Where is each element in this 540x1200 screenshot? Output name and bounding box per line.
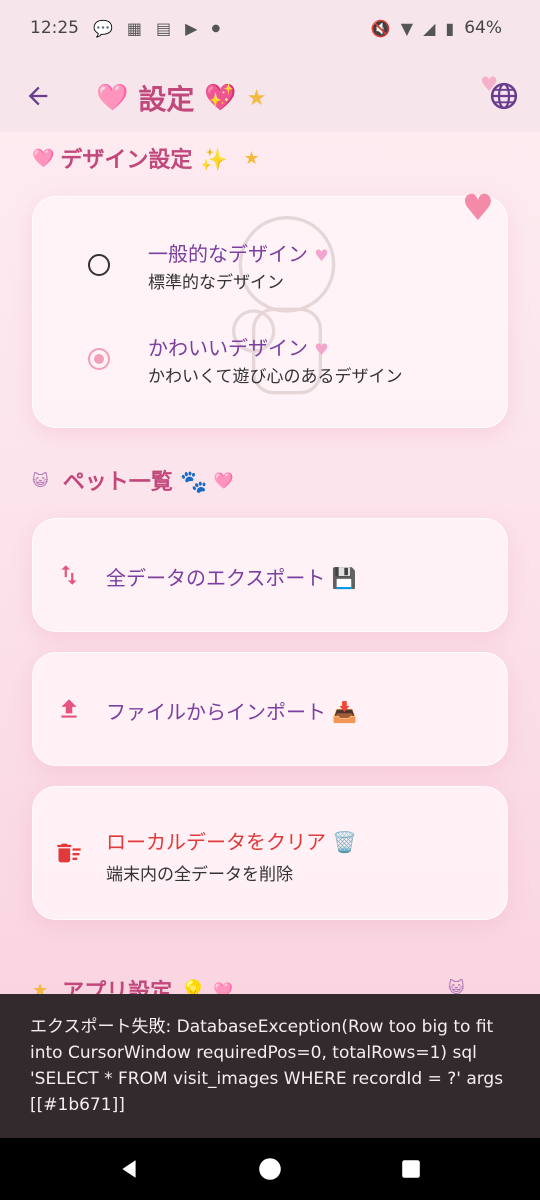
chat-icon: 💬 <box>93 18 113 38</box>
star-icon: ★ <box>246 85 267 111</box>
upload-icon <box>54 694 84 724</box>
heart-icon: ♥ <box>314 340 329 359</box>
pink-heart-icon: 🩷 <box>32 147 55 169</box>
heart-icon: ♥ <box>314 246 329 265</box>
status-bar: 12:25 💬 ▦ ▤ ▶ ● 🔇 ▼ ◢ ▮ 64% <box>0 0 540 60</box>
snackbar-message: エクスポート失敗: DatabaseException(Row too big … <box>30 1017 504 1115</box>
wifi-icon: ▼ <box>400 18 414 38</box>
import-from-file-button[interactable]: ファイルからインポート 📥 <box>32 652 508 766</box>
swap-vertical-icon <box>54 560 84 590</box>
action-label: 全データのエクスポート 💾 <box>106 566 357 590</box>
signal-icon: ◢ <box>423 18 436 38</box>
option-subtitle: かわいくて遊び心のあるデザイン <box>148 367 403 387</box>
status-right: 🔇 ▼ ◢ ▮ 64% <box>371 18 502 38</box>
clear-local-data-button[interactable]: ローカルデータをクリア 🗑️ 端末内の全データを削除 <box>32 786 508 920</box>
app-bar: 🩷 設定 💖 ★ <box>0 60 540 132</box>
export-all-data-button[interactable]: 全データのエクスポート 💾 <box>32 518 508 632</box>
circle-home-icon <box>259 1158 281 1180</box>
delete-sweep-icon <box>54 838 84 868</box>
radio-button-selected[interactable] <box>88 348 110 370</box>
system-nav-bar <box>0 1138 540 1200</box>
nav-back-button[interactable] <box>116 1156 142 1182</box>
design-option-cute[interactable]: かわいいデザイン ♥ かわいくて遊び心のあるデザイン <box>32 320 508 400</box>
battery-icon: ▮ <box>445 18 455 38</box>
page-title: 🩷 設定 💖 ★ <box>96 78 267 118</box>
sparkling-heart-icon: 💖 <box>204 83 237 113</box>
status-time: 12:25 <box>30 18 79 38</box>
action-label: ファイルからインポート 📥 <box>106 700 358 724</box>
cat-face-icon: 😺 <box>32 470 49 490</box>
star-icon: ★ <box>243 147 260 169</box>
design-section-title-text: デザイン設定 ✨ <box>60 148 228 173</box>
pink-heart-icon: 🩷 <box>213 470 234 490</box>
triangle-back-icon <box>122 1160 136 1178</box>
arrow-back-icon <box>28 86 48 106</box>
back-button[interactable] <box>22 80 54 112</box>
radio-button[interactable] <box>88 254 110 276</box>
calendar-icon: ▦ <box>126 18 143 38</box>
status-left: 12:25 💬 ▦ ▤ ▶ ● <box>30 18 220 38</box>
pet-section-title-text: ペット一覧 🐾 <box>62 470 208 495</box>
pink-heart-icon: 🩷 <box>96 83 129 113</box>
heart-icon: ♥ <box>461 188 494 229</box>
battery-level: 64% <box>464 18 502 38</box>
pet-section-title: 😺 ペット一覧 🐾 🩷 <box>32 464 234 496</box>
nav-recents-button[interactable] <box>398 1156 424 1182</box>
design-options-card: ♥ 一般的なデザイン ♥ 標準的なデザイン かわいいデザイン ♥ かわいくて遊び… <box>32 188 508 428</box>
dot-icon: ● <box>211 22 221 34</box>
action-label: ローカルデータをクリア 🗑️ <box>106 830 358 854</box>
design-section-title: 🩷 デザイン設定 ✨ ★ <box>32 142 260 174</box>
option-title: かわいいデザイン ♥ <box>148 336 329 360</box>
mute-icon: 🔇 <box>370 18 391 38</box>
page-title-text: 設定 <box>138 83 195 116</box>
action-subtitle: 端末内の全データを削除 <box>106 865 293 885</box>
option-title: 一般的なデザイン ♥ <box>148 242 329 266</box>
decorative-heart-icon: ♥ <box>480 72 498 96</box>
square-recents-icon <box>402 1160 420 1178</box>
gallery-icon: ▤ <box>156 18 172 38</box>
design-option-standard[interactable]: 一般的なデザイン ♥ 標準的なデザイン <box>32 226 508 306</box>
option-subtitle: 標準的なデザイン <box>148 273 284 293</box>
nav-home-button[interactable] <box>257 1156 283 1182</box>
play-icon: ▶ <box>185 18 198 38</box>
error-snackbar: エクスポート失敗: DatabaseException(Row too big … <box>0 994 540 1138</box>
